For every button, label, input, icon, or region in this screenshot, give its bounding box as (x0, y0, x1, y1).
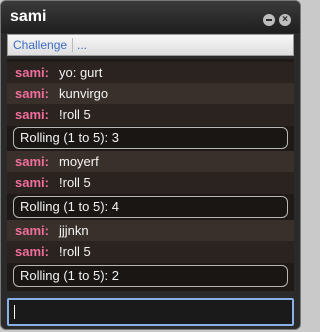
tab-challenge[interactable]: Challenge (13, 35, 67, 55)
roll-result: Rolling (1 to 5): 2 (13, 265, 288, 287)
title-bar[interactable]: sami × (1, 1, 300, 33)
tab-more[interactable]: ... (77, 35, 87, 55)
roll-result: Rolling (1 to 5): 3 (13, 127, 288, 149)
window-title: sami (10, 8, 47, 25)
chat-message: sami: !roll 5 (7, 172, 294, 194)
close-icon[interactable]: × (279, 14, 291, 26)
chat-speaker: sami: (15, 154, 49, 169)
chat-message: sami: !roll 5 (7, 104, 294, 126)
chat-text: yo: gurt (59, 65, 103, 80)
chat-speaker: sami: (15, 107, 49, 122)
minimize-glyph (266, 19, 272, 21)
chat-message: sami: jjjnkn (7, 220, 294, 242)
chat-speaker: sami: (15, 175, 49, 190)
chat-text: moyerf (59, 154, 99, 169)
chat-text: !roll 5 (59, 107, 91, 122)
chat-speaker: sami: (15, 65, 49, 80)
chat-speaker: sami: (15, 223, 49, 238)
roll-result: Rolling (1 to 5): 4 (13, 196, 288, 218)
text-caret (14, 305, 15, 319)
chat-window: sami × Challenge ... sami: yo: gurt sami… (0, 0, 301, 330)
chat-speaker: sami: (15, 86, 49, 101)
minimize-icon[interactable] (263, 14, 275, 26)
chat-text: kunvirgo (59, 86, 109, 101)
chat-message: sami: kunvirgo (7, 83, 294, 105)
chat-message: sami: !roll 5 (7, 241, 294, 263)
chat-message: sami: moyerf (7, 151, 294, 173)
chat-text: jjjnkn (59, 223, 89, 238)
chat-text: !roll 5 (59, 175, 91, 190)
tab-divider (72, 38, 73, 52)
chat-input[interactable] (7, 298, 294, 326)
tab-bar: Challenge ... (7, 34, 294, 56)
chat-message: sami: yo: gurt (7, 62, 294, 84)
chat-log[interactable]: sami: yo: gurt sami: kunvirgo sami: !rol… (7, 59, 294, 291)
chat-speaker: sami: (15, 244, 49, 259)
chat-text: !roll 5 (59, 244, 91, 259)
